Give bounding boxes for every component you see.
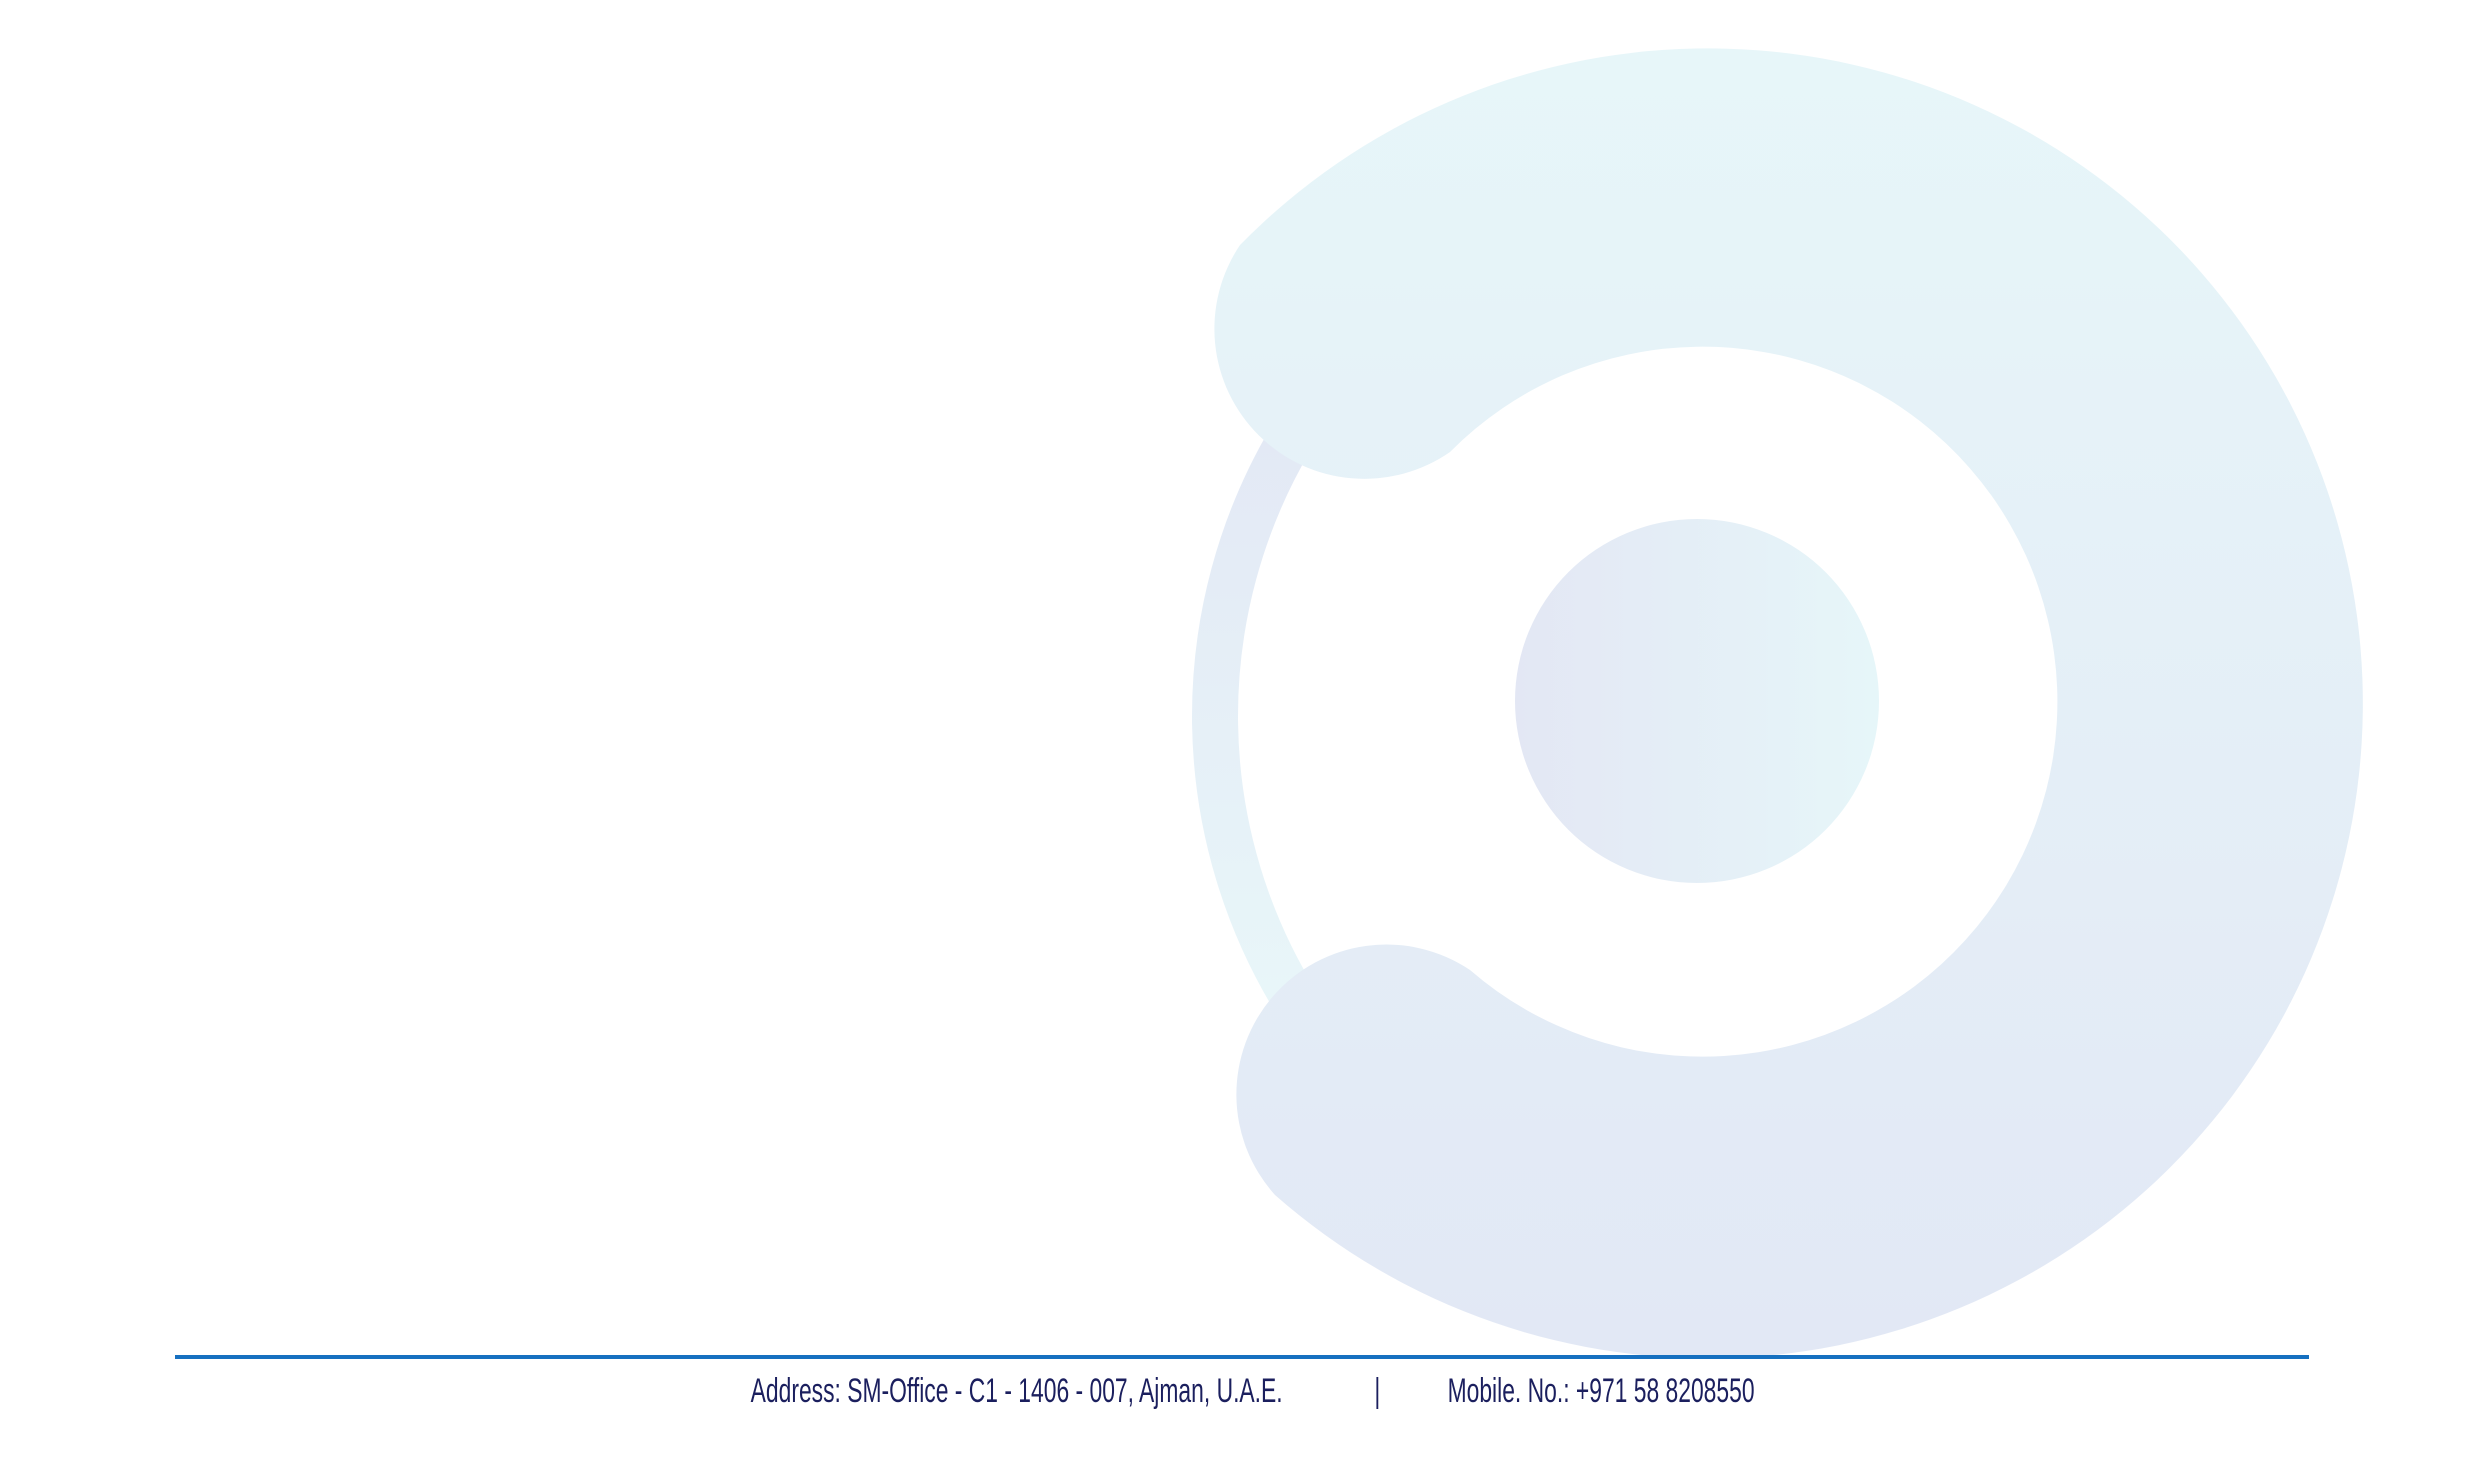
watermark-logo-icon — [1192, 48, 2363, 1359]
letterhead-page: Address: SM-Office - C1 - 1406 - 007, Aj… — [0, 0, 2481, 1481]
footer-mobile: Mobile. No.: +971 58 8208550 — [1447, 1372, 1755, 1410]
inner-dot-shape — [1515, 519, 1879, 883]
footer-contact-text: Address: SM-Office - C1 - 1406 - 007, Aj… — [693, 1365, 1789, 1417]
thin-arc-shape — [1192, 417, 1321, 1028]
footer-contact: Address: SM-Office - C1 - 1406 - 007, Aj… — [0, 1365, 2481, 1417]
footer-divider — [175, 1355, 2309, 1359]
footer-separator: | — [1374, 1372, 1381, 1410]
footer-address: Address: SM-Office - C1 - 1406 - 007, Aj… — [750, 1372, 1283, 1410]
